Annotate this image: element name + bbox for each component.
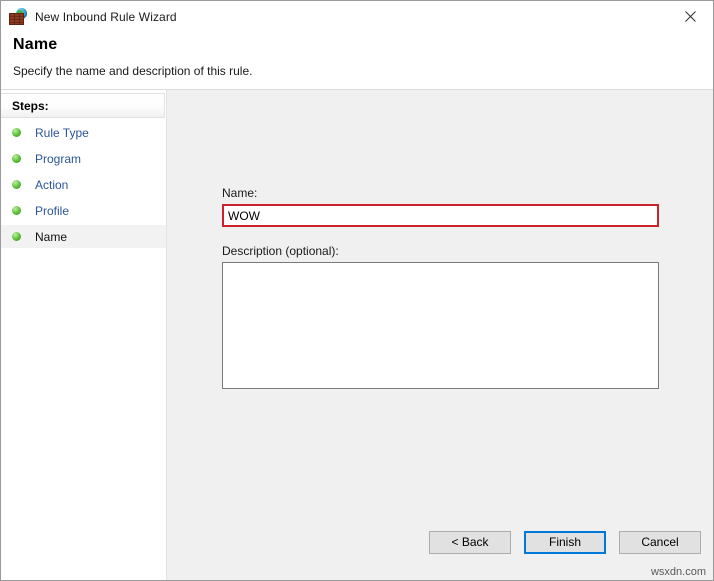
- content-panel: Name: Description (optional): < Back Fin…: [167, 90, 713, 580]
- name-field-highlight: [222, 204, 659, 227]
- sidebar-item-label: Program: [35, 152, 81, 166]
- sidebar-item-label: Profile: [35, 204, 69, 218]
- finish-button[interactable]: Finish: [524, 531, 606, 554]
- step-bullet-icon: [12, 128, 21, 137]
- step-bullet-icon: [12, 206, 21, 215]
- window-title: New Inbound Rule Wizard: [35, 10, 177, 24]
- description-input[interactable]: [222, 262, 659, 389]
- name-form: Name: Description (optional):: [222, 186, 659, 389]
- step-bullet-icon: [12, 154, 21, 163]
- watermark: wsxdn.com: [651, 566, 706, 578]
- cancel-button[interactable]: Cancel: [619, 531, 701, 554]
- sidebar-item-rule-type[interactable]: Rule Type: [1, 121, 166, 144]
- back-button[interactable]: < Back: [429, 531, 511, 554]
- wizard-body: Steps: Rule Type Program Action Profile …: [1, 90, 713, 580]
- sidebar-item-profile[interactable]: Profile: [1, 199, 166, 222]
- page-subtitle: Specify the name and description of this…: [13, 64, 713, 78]
- title-bar: New Inbound Rule Wizard: [1, 1, 713, 32]
- name-input[interactable]: [224, 206, 657, 225]
- step-bullet-icon: [12, 232, 21, 241]
- sidebar-item-label: Rule Type: [35, 126, 89, 140]
- sidebar-item-label: Name: [35, 230, 67, 244]
- name-label: Name:: [222, 186, 659, 200]
- page-header: Name Specify the name and description of…: [1, 32, 713, 90]
- sidebar-item-action[interactable]: Action: [1, 173, 166, 196]
- close-icon[interactable]: [667, 1, 713, 31]
- sidebar-item-program[interactable]: Program: [1, 147, 166, 170]
- dialog-button-bar: < Back Finish Cancel: [429, 531, 701, 554]
- sidebar-item-name[interactable]: Name: [1, 225, 166, 248]
- wizard-window: New Inbound Rule Wizard Name Specify the…: [0, 0, 714, 581]
- description-label: Description (optional):: [222, 244, 659, 258]
- steps-header: Steps:: [1, 93, 165, 118]
- step-bullet-icon: [12, 180, 21, 189]
- sidebar-item-label: Action: [35, 178, 68, 192]
- page-title: Name: [13, 36, 713, 54]
- firewall-brick-wall-globe-icon: [9, 8, 27, 26]
- steps-sidebar: Steps: Rule Type Program Action Profile …: [1, 90, 167, 580]
